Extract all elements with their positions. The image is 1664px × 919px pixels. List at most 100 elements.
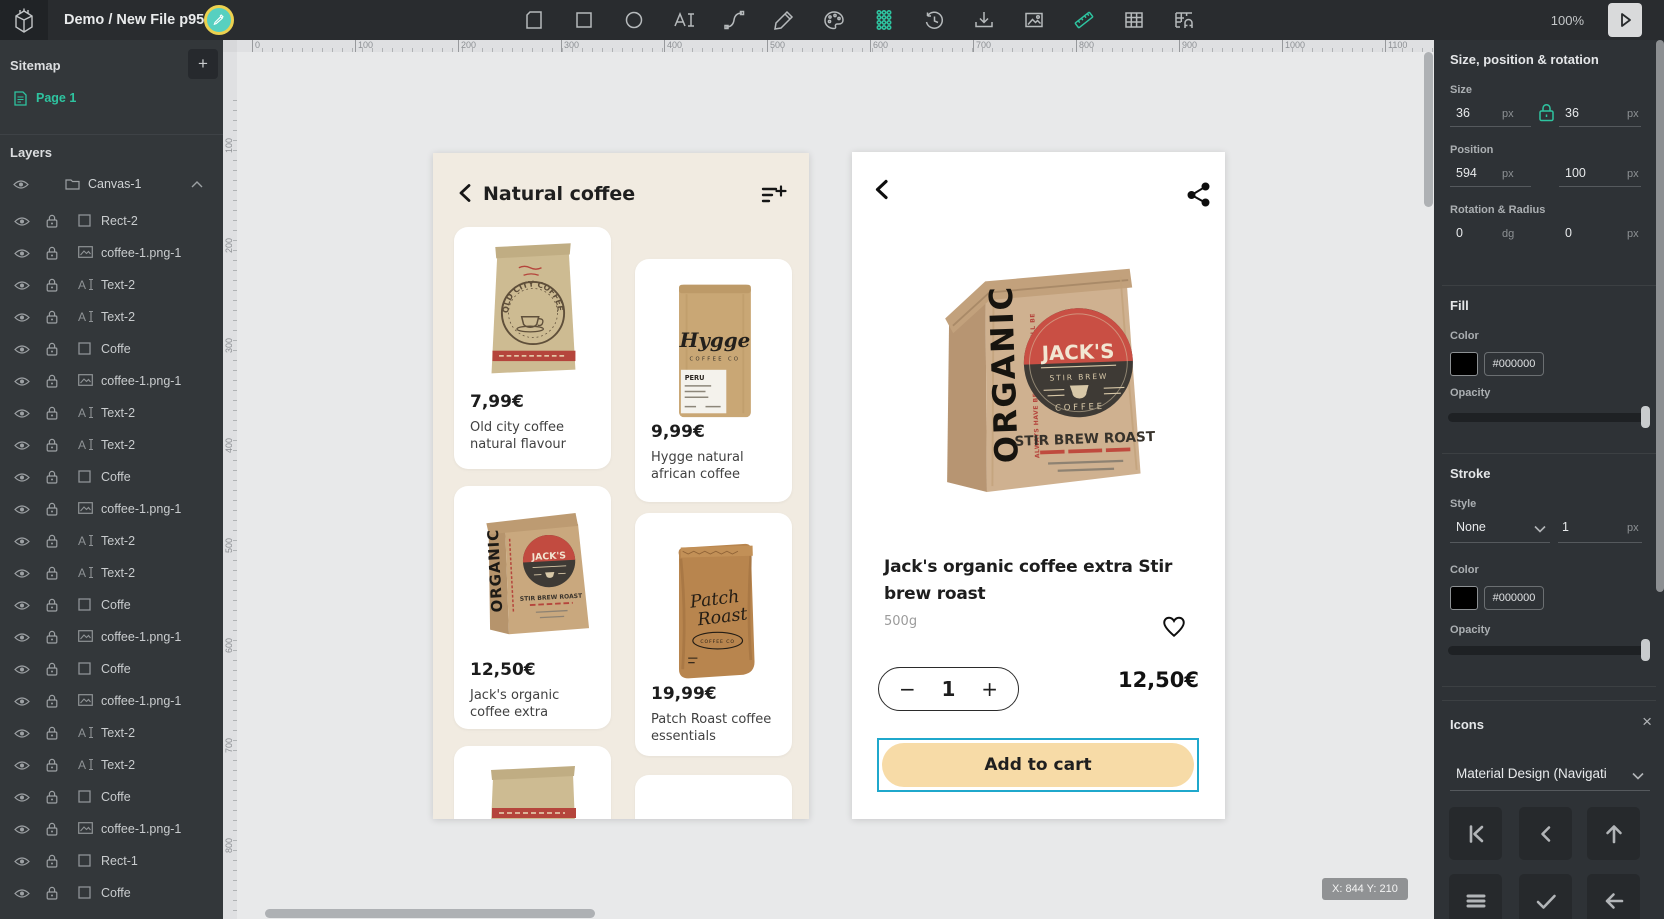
- curve-tool[interactable]: [722, 8, 746, 32]
- layer-row[interactable]: A Coffe: [0, 333, 223, 365]
- layer-row[interactable]: A Rect-2: [0, 205, 223, 237]
- x-input[interactable]: 594: [1456, 166, 1477, 180]
- y-input[interactable]: 100: [1565, 166, 1586, 180]
- lock-icon[interactable]: [46, 438, 58, 452]
- visibility-icon[interactable]: [14, 792, 30, 803]
- visibility-icon[interactable]: [14, 216, 30, 227]
- layer-row[interactable]: A Coffe: [0, 877, 223, 909]
- lock-icon[interactable]: [46, 694, 58, 708]
- layer-row[interactable]: A Text-2: [0, 301, 223, 333]
- canvas[interactable]: [237, 52, 1434, 919]
- visibility-icon[interactable]: [14, 856, 30, 867]
- lock-icon[interactable]: [46, 758, 58, 772]
- import-tool[interactable]: [972, 8, 996, 32]
- app-logo[interactable]: [0, 0, 48, 40]
- layer-row[interactable]: A Coffe: [0, 653, 223, 685]
- lock-icon[interactable]: [46, 630, 58, 644]
- visibility-icon[interactable]: [14, 312, 30, 323]
- add-to-cart-button[interactable]: Add to cart: [882, 743, 1194, 787]
- increase-button[interactable]: +: [981, 677, 998, 701]
- product-card[interactable]: [454, 746, 611, 819]
- layer-row[interactable]: A coffee-1.png-1: [0, 493, 223, 525]
- history-tool[interactable]: [922, 8, 946, 32]
- layer-row[interactable]: A Text-2: [0, 557, 223, 589]
- lock-ratio-icon[interactable]: [1538, 103, 1555, 122]
- layer-row[interactable]: A Text-2: [0, 429, 223, 461]
- lock-icon[interactable]: [46, 310, 58, 324]
- layer-row[interactable]: A coffee-1.png-1: [0, 365, 223, 397]
- layer-row[interactable]: A Rect-1: [0, 845, 223, 877]
- layer-row[interactable]: A coffee-1.png-1: [0, 685, 223, 717]
- layer-row[interactable]: A Text-2: [0, 717, 223, 749]
- close-icon[interactable]: ×: [1642, 712, 1652, 732]
- visibility-icon[interactable]: [14, 504, 30, 515]
- widgets-tool[interactable]: [872, 8, 896, 32]
- visibility-icon[interactable]: [14, 600, 30, 611]
- visibility-icon[interactable]: [14, 280, 30, 291]
- chevron-up-icon[interactable]: [191, 181, 203, 188]
- artboard-product-list[interactable]: Natural coffee OLD CITY COFFEE 7,99€ O: [433, 153, 809, 819]
- palette-tool[interactable]: [822, 8, 846, 32]
- layer-row[interactable]: A Coffe: [0, 589, 223, 621]
- product-card[interactable]: [635, 775, 792, 819]
- layer-group-canvas[interactable]: Canvas-1: [0, 171, 223, 197]
- lock-icon[interactable]: [46, 374, 58, 388]
- stroke-opacity-slider[interactable]: [1448, 646, 1650, 655]
- lock-icon[interactable]: [46, 726, 58, 740]
- visibility-icon[interactable]: [14, 248, 30, 259]
- lock-icon[interactable]: [46, 470, 58, 484]
- play-button[interactable]: [1608, 3, 1642, 37]
- visibility-icon[interactable]: [14, 376, 30, 387]
- layer-row[interactable]: A coffee-1.png-1: [0, 621, 223, 653]
- lock-icon[interactable]: [46, 886, 58, 900]
- visibility-icon[interactable]: [14, 632, 30, 643]
- sidebar-item-page1[interactable]: Page 1: [0, 84, 223, 112]
- visibility-icon[interactable]: [14, 344, 30, 355]
- filter-add-icon[interactable]: [761, 185, 787, 207]
- lock-icon[interactable]: [46, 662, 58, 676]
- width-input[interactable]: 36: [1456, 106, 1470, 120]
- stroke-style-select[interactable]: None: [1456, 520, 1486, 534]
- lock-icon[interactable]: [46, 790, 58, 804]
- fill-opacity-slider[interactable]: [1448, 413, 1650, 422]
- canvas-horizontal-scrollbar[interactable]: [265, 909, 595, 918]
- visibility-icon[interactable]: [14, 472, 30, 483]
- radius-input[interactable]: 0: [1565, 226, 1572, 240]
- rotation-input[interactable]: 0: [1456, 226, 1463, 240]
- lock-icon[interactable]: [46, 342, 58, 356]
- product-card[interactable]: Patch Roast COFFEE CO 19,99€ Patch Roast…: [635, 513, 792, 756]
- slider-handle[interactable]: [1641, 406, 1650, 428]
- visibility-icon[interactable]: [14, 440, 30, 451]
- slider-handle[interactable]: [1641, 639, 1650, 661]
- layer-row[interactable]: A Text-2: [0, 269, 223, 301]
- lock-icon[interactable]: [46, 534, 58, 548]
- stroke-width-input[interactable]: 1: [1562, 520, 1569, 534]
- layer-row[interactable]: A Text-2: [0, 749, 223, 781]
- layer-row[interactable]: A coffee-1.png-1: [0, 237, 223, 269]
- lock-icon[interactable]: [46, 854, 58, 868]
- visibility-icon[interactable]: [13, 179, 29, 190]
- icon-arrow-up[interactable]: [1587, 807, 1640, 860]
- image-tool[interactable]: [1022, 8, 1046, 32]
- back-icon[interactable]: [873, 179, 890, 200]
- artboard-product-detail[interactable]: ORGANIC ALWAYS HAVE BEEN, ALWAYS WILL BE…: [852, 152, 1225, 819]
- product-card[interactable]: Hygge COFFEE CO PERU 9,99€ Hygge natural…: [635, 259, 792, 502]
- visibility-icon[interactable]: [14, 696, 30, 707]
- height-input[interactable]: 36: [1565, 106, 1579, 120]
- decrease-button[interactable]: −: [899, 677, 916, 701]
- visibility-icon[interactable]: [14, 728, 30, 739]
- rectangle-tool[interactable]: [572, 8, 596, 32]
- visibility-icon[interactable]: [14, 408, 30, 419]
- layer-row[interactable]: A Text-2: [0, 397, 223, 429]
- lock-icon[interactable]: [46, 214, 58, 228]
- pencil-tool[interactable]: [772, 8, 796, 32]
- product-card[interactable]: OLD CITY COFFEE 7,99€ Old city coffee na…: [454, 227, 611, 469]
- lock-icon[interactable]: [46, 822, 58, 836]
- icon-set-select[interactable]: Material Design (Navigati: [1456, 766, 1607, 781]
- table-tool[interactable]: [1122, 8, 1146, 32]
- canvas-vertical-scrollbar[interactable]: [1424, 52, 1433, 207]
- add-page-button[interactable]: +: [188, 49, 218, 79]
- panel-scrollbar[interactable]: [1656, 40, 1664, 592]
- visibility-icon[interactable]: [14, 760, 30, 771]
- stroke-hex-input[interactable]: #000000: [1484, 586, 1544, 610]
